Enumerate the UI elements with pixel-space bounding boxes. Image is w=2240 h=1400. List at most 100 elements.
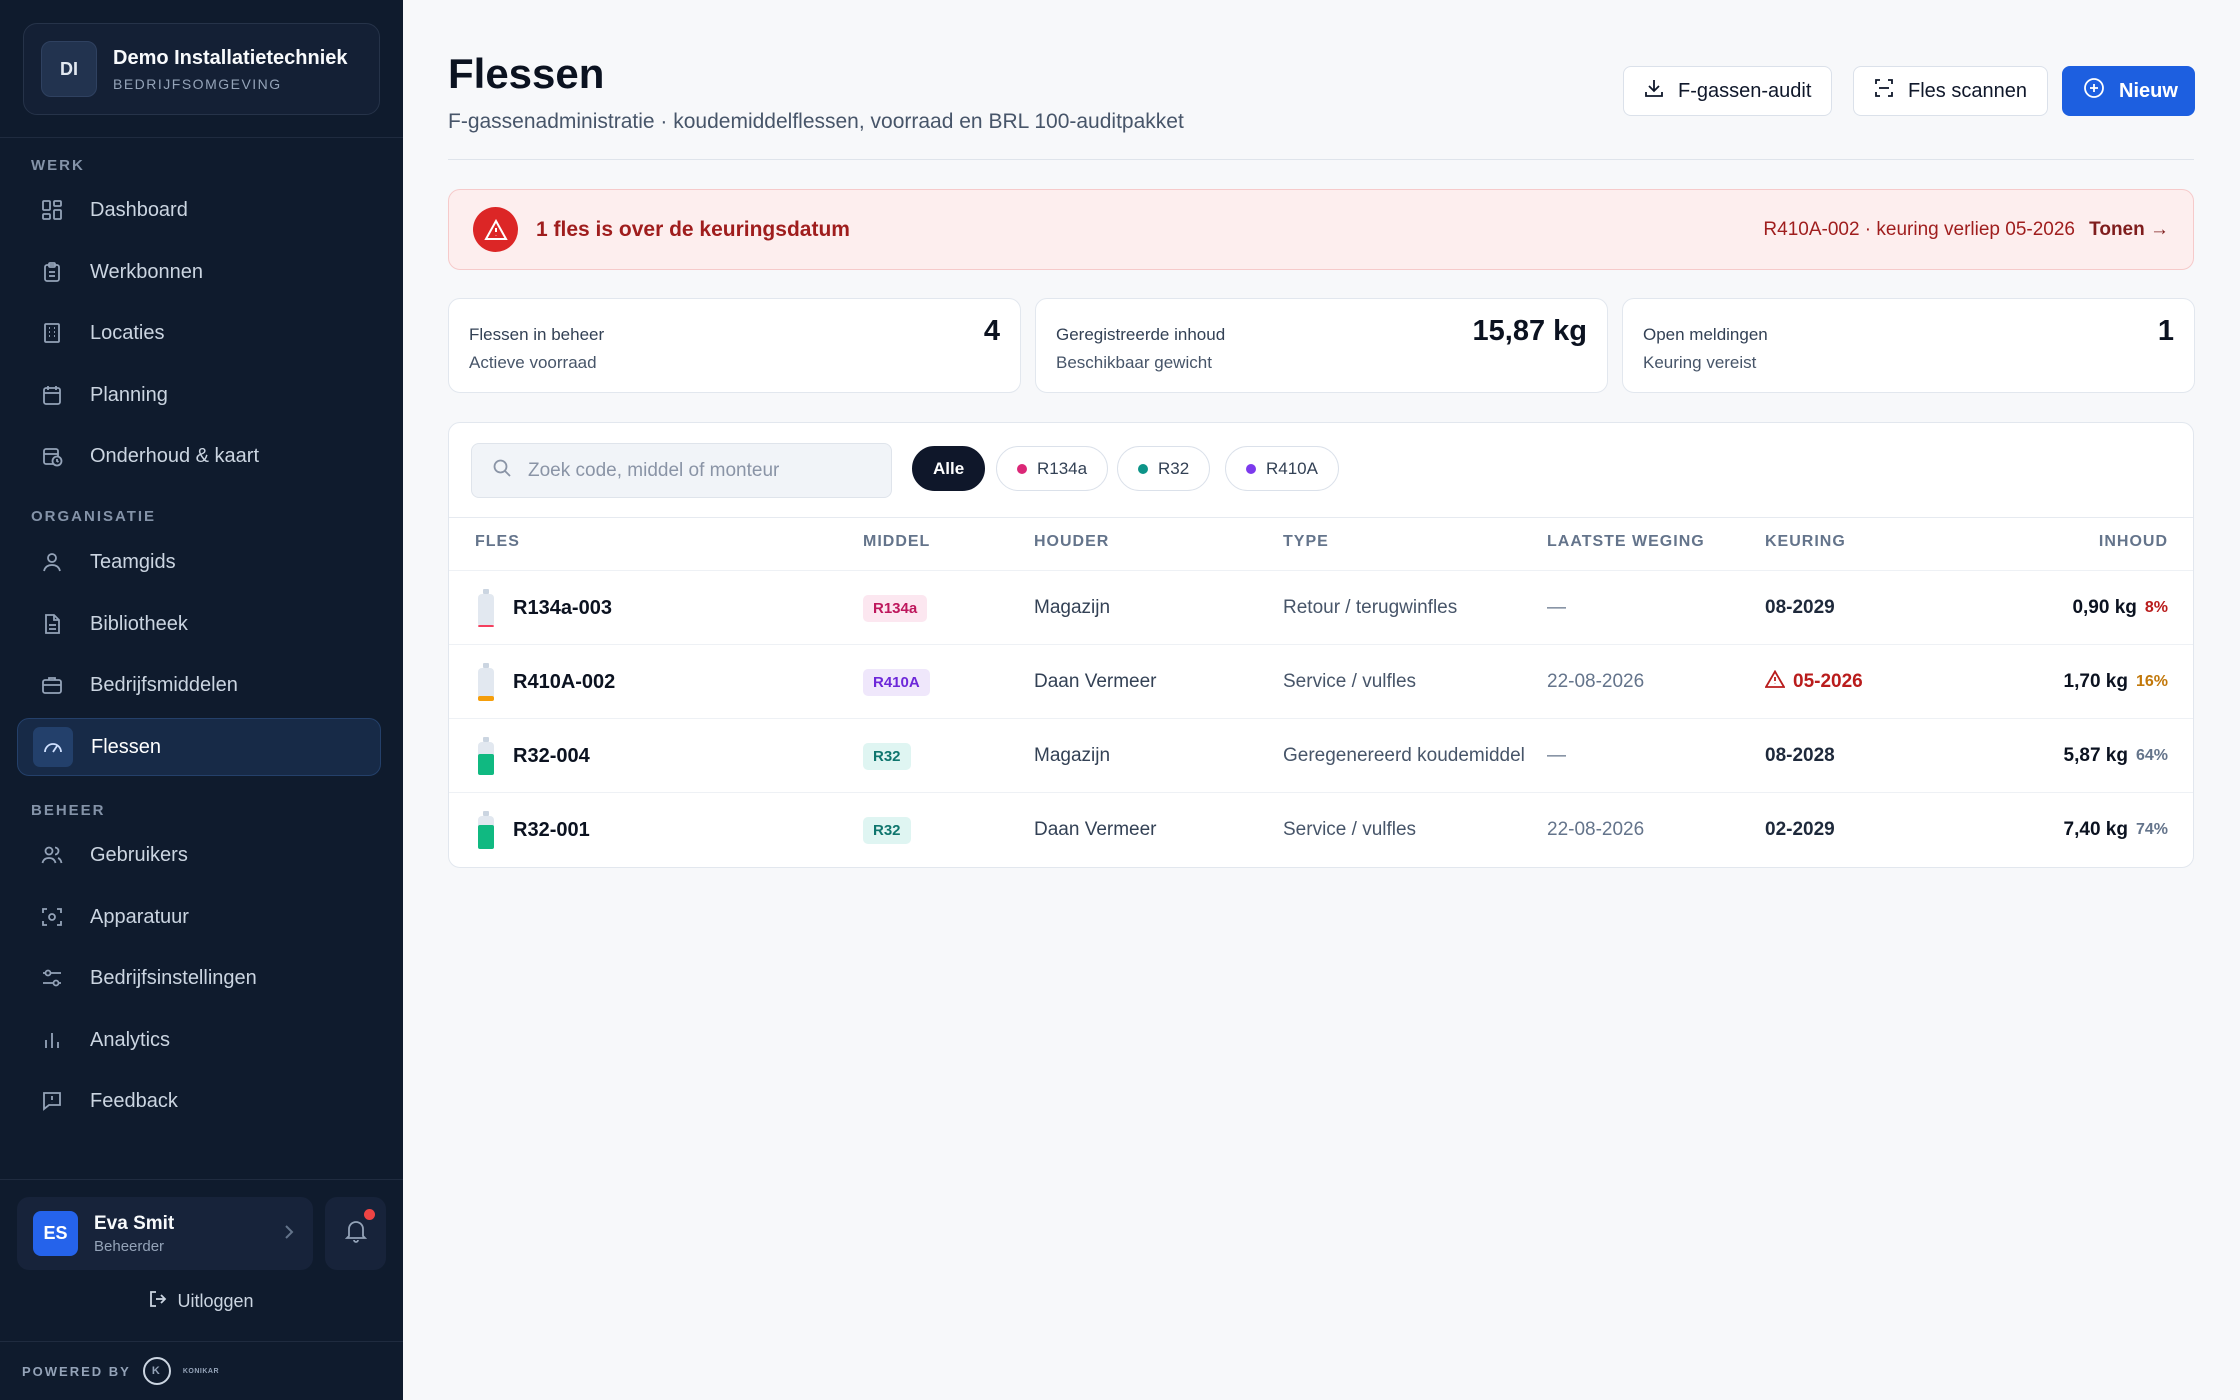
warning-icon <box>1764 669 1786 694</box>
column-header-inhoud[interactable]: INHOUD <box>2099 533 2168 551</box>
sidebar-item-bedrijfsinstellingen[interactable]: Bedrijfsinstellingen <box>17 949 381 1007</box>
logout-label: Uitloggen <box>177 1291 254 1311</box>
holder: Daan Vermeer <box>1034 671 1157 692</box>
table-row[interactable]: R134a-003 R134a Magazijn Retour / terugw… <box>449 570 2193 644</box>
bar-chart-icon <box>39 1027 65 1053</box>
briefcase-icon <box>39 672 65 698</box>
sidebar-item-teamgids[interactable]: Teamgids <box>17 533 381 591</box>
table-row[interactable]: R410A-002 R410A Daan Vermeer Service / v… <box>449 644 2193 718</box>
filter-chip-r410a[interactable]: R410A <box>1225 446 1339 491</box>
header-divider <box>448 159 2194 160</box>
column-header-type[interactable]: TYPE <box>1283 533 1329 551</box>
sidebar-item-label: Bedrijfsinstellingen <box>90 966 257 989</box>
filter-chip-alle[interactable]: Alle <box>912 446 986 491</box>
stat-sub: Keuring vereist <box>1643 353 1757 372</box>
stat-value: 1 <box>2157 315 2174 347</box>
sidebar-item-gebruikers[interactable]: Gebruikers <box>17 826 381 884</box>
sidebar-item-analytics[interactable]: Analytics <box>17 1011 381 1069</box>
search-input[interactable] <box>528 459 868 482</box>
brand-wordmark: KONIKAR <box>182 1367 220 1375</box>
content-amount: 1,70 kg <box>2063 671 2128 692</box>
sidebar-item-werkbonnen[interactable]: Werkbonnen <box>17 243 381 301</box>
content-amount: 7,40 kg <box>2063 819 2128 840</box>
last-weighing: — <box>1547 597 1566 618</box>
chevron-right-icon <box>283 1223 295 1246</box>
sidebar-divider <box>0 137 403 138</box>
user-menu[interactable]: ES Eva Smit Beheerder <box>17 1197 313 1270</box>
cylinder-code: R32-001 <box>513 818 590 841</box>
filter-chip-label: R134a <box>1037 458 1088 478</box>
search-field[interactable] <box>471 443 892 498</box>
cylinder-code: R32-004 <box>513 744 590 767</box>
plus-circle-icon <box>2083 77 2105 105</box>
scan-icon <box>39 904 65 930</box>
column-header-fles[interactable]: FLES <box>475 533 520 551</box>
sidebar-item-dashboard[interactable]: Dashboard <box>17 181 381 239</box>
stat-label: Open meldingen <box>1643 325 1768 344</box>
audit-button-label: F-gassen-audit <box>1678 79 1812 102</box>
page-title: Flessen <box>448 50 605 97</box>
sidebar-item-label: Onderhoud & kaart <box>90 444 259 467</box>
search-icon <box>492 458 512 483</box>
powered-by: POWERED BY K KONIKAR <box>22 1357 219 1385</box>
column-header-houder[interactable]: HOUDER <box>1034 533 1109 551</box>
sidebar-item-label: Teamgids <box>90 550 176 573</box>
sidebar: DI Demo Installatietechniek BEDRIJFSOMGE… <box>0 0 403 1400</box>
clipboard-icon <box>39 259 65 285</box>
table-divider <box>449 517 2193 518</box>
sidebar-item-feedback[interactable]: Feedback <box>17 1072 381 1130</box>
document-icon <box>39 611 65 637</box>
column-header-middel[interactable]: MIDDEL <box>863 533 930 551</box>
cylinder-icon <box>477 663 495 701</box>
sidebar-item-locaties[interactable]: Locaties <box>17 304 381 362</box>
column-header-keuring[interactable]: KEURING <box>1765 533 1846 551</box>
scan-button[interactable]: Fles scannen <box>1853 66 2048 116</box>
sidebar-item-planning[interactable]: Planning <box>17 366 381 424</box>
logout-button[interactable]: Uitloggen <box>0 1290 403 1313</box>
filter-dot <box>1138 463 1148 474</box>
user-divider <box>0 1179 403 1180</box>
table-row[interactable]: R32-001 R32 Daan Vermeer Service / vulfl… <box>449 792 2193 866</box>
org-avatar: DI <box>41 41 97 97</box>
cylinder-code: R134a-003 <box>513 596 612 619</box>
sidebar-item-apparatuur[interactable]: Apparatuur <box>17 888 381 946</box>
alert-show-link[interactable]: Tonen → <box>2089 219 2169 241</box>
inspection-date: 08-2029 <box>1765 597 1835 618</box>
sidebar-item-bibliotheek[interactable]: Bibliotheek <box>17 595 381 653</box>
agent-badge: R32 <box>863 742 911 770</box>
sidebar-item-label: Analytics <box>90 1028 171 1051</box>
notifications-button[interactable] <box>325 1197 386 1270</box>
content-amount: 0,90 kg <box>2072 597 2137 618</box>
stat-card-meldingen: Open meldingen Keuring vereist 1 <box>1622 298 2195 393</box>
sidebar-item-onderhoud[interactable]: Onderhoud & kaart <box>17 427 381 485</box>
filter-dot <box>1017 463 1027 474</box>
sidebar-item-bedrijfsmiddelen[interactable]: Bedrijfsmiddelen <box>17 656 381 714</box>
column-header-laatste-weging[interactable]: LAATSTE WEGING <box>1547 533 1705 551</box>
audit-button[interactable]: F-gassen-audit <box>1623 66 1833 116</box>
alert-detail: R410A-002 · keuring verliep 05-2026 <box>1763 218 2075 240</box>
last-weighing: 22-08-2026 <box>1547 671 1645 692</box>
org-switcher[interactable]: DI Demo Installatietechniek BEDRIJFSOMGE… <box>23 23 380 115</box>
avatar: ES <box>33 1211 78 1256</box>
table-row[interactable]: R32-004 R32 Magazijn Geregenereerd koude… <box>449 718 2193 792</box>
sidebar-item-flessen[interactable]: Flessen <box>17 718 381 776</box>
notification-dot <box>364 1209 375 1220</box>
agent-badge: R32 <box>863 816 911 844</box>
filter-chip-r134a[interactable]: R134a <box>996 446 1109 491</box>
page-subtitle: F-gassenadministratie · koudemiddelfless… <box>448 110 1184 133</box>
cylinder-icon <box>477 737 495 775</box>
new-button-label: Nieuw <box>2119 79 2178 102</box>
bell-icon <box>344 1219 367 1248</box>
cylinder-type: Service / vulfles <box>1283 819 1417 840</box>
inspection-date: 02-2029 <box>1765 819 1835 840</box>
last-weighing: — <box>1547 745 1566 766</box>
sliders-icon <box>39 965 65 991</box>
new-button[interactable]: Nieuw <box>2062 66 2195 116</box>
filter-dot <box>1246 463 1256 474</box>
org-name: Demo Installatietechniek <box>113 46 348 69</box>
content-percent: 8% <box>2144 599 2168 616</box>
org-subtitle: BEDRIJFSOMGEVING <box>113 75 282 92</box>
dashboard-icon <box>39 197 65 223</box>
calendar-icon <box>39 382 65 408</box>
filter-chip-r32[interactable]: R32 <box>1117 446 1211 491</box>
